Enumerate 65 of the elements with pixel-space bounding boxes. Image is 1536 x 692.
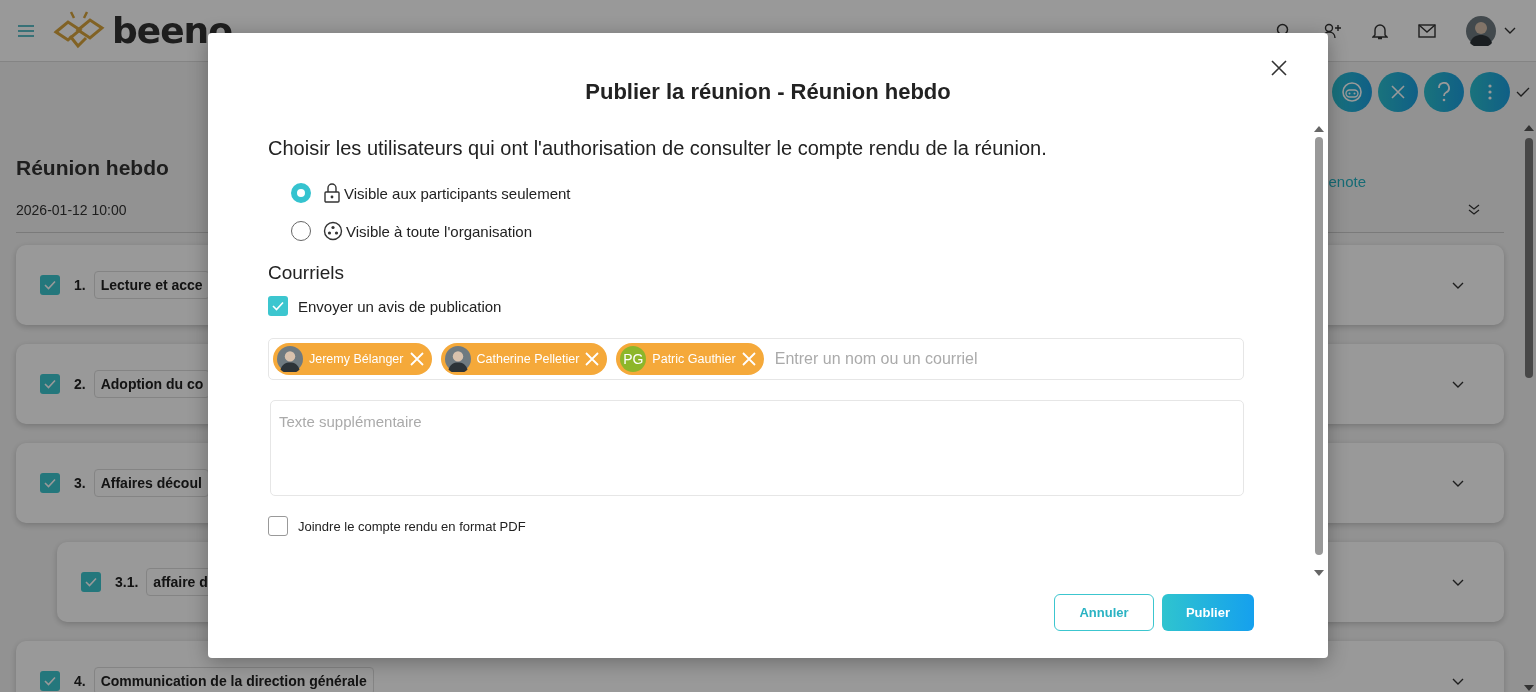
checkbox[interactable] bbox=[40, 275, 60, 295]
item-number: 1. bbox=[74, 277, 86, 293]
chevron-down-icon[interactable] bbox=[1452, 480, 1464, 488]
robot-button[interactable] bbox=[1332, 72, 1372, 112]
checkbox[interactable] bbox=[40, 473, 60, 493]
scroll-down-icon[interactable] bbox=[1524, 684, 1534, 692]
help-icon bbox=[1437, 82, 1451, 102]
item-number: 2. bbox=[74, 376, 86, 392]
close-icon[interactable] bbox=[1270, 59, 1288, 77]
meeting-title: Réunion hebdo bbox=[16, 156, 169, 180]
help-button[interactable] bbox=[1424, 72, 1464, 112]
item-number: 4. bbox=[74, 673, 86, 689]
scroll-down-icon[interactable] bbox=[1314, 569, 1324, 577]
checkbox[interactable] bbox=[268, 296, 288, 316]
meeting-date: 2026-01-12 10:00 bbox=[16, 202, 127, 218]
group-icon bbox=[323, 221, 343, 241]
chevron-down-icon[interactable] bbox=[1504, 26, 1516, 35]
radio-label[interactable]: Visible à toute l'organisation bbox=[346, 222, 533, 240]
item-number: 3. bbox=[74, 475, 86, 491]
checkbox-label[interactable]: Envoyer un avis de publication bbox=[298, 297, 502, 315]
chevron-down-icon[interactable] bbox=[1452, 282, 1464, 290]
check-icon bbox=[271, 299, 285, 313]
lock-icon bbox=[323, 183, 341, 203]
scrollbar[interactable] bbox=[1524, 124, 1534, 692]
mail-icon[interactable] bbox=[1418, 23, 1436, 38]
check-icon bbox=[43, 278, 57, 292]
robot-icon bbox=[1341, 81, 1363, 103]
avatar-icon bbox=[277, 346, 303, 372]
checkbox[interactable] bbox=[268, 516, 288, 536]
check-icon bbox=[43, 476, 57, 490]
scroll-up-icon[interactable] bbox=[1314, 125, 1324, 133]
dialog-title: Publier la réunion - Réunion hebdo bbox=[584, 79, 952, 105]
item-title[interactable]: Communication de la direction générale bbox=[93, 667, 374, 692]
check-icon bbox=[84, 575, 98, 589]
checkbox-label[interactable]: Joindre le compte rendu en format PDF bbox=[298, 518, 526, 534]
checkbox[interactable] bbox=[40, 374, 60, 394]
bell-icon[interactable] bbox=[1372, 21, 1388, 40]
checkbox[interactable] bbox=[40, 671, 60, 691]
chevron-down-icon[interactable] bbox=[1452, 579, 1464, 587]
more-button[interactable] bbox=[1470, 72, 1510, 112]
initials-avatar: PG bbox=[620, 346, 647, 372]
recipient-name: Patric Gauthier bbox=[652, 352, 736, 366]
recipient-name: Jeremy Bélanger bbox=[309, 352, 404, 366]
close-icon bbox=[1391, 85, 1405, 99]
instruction-text: Choisir les utilisateurs qui ont l'authorisation de consulter le compte rendu de la réunion. bbox=[268, 137, 1048, 160]
message-field[interactable]: Texte supplémentaire bbox=[270, 400, 1244, 496]
check-icon bbox=[43, 377, 57, 391]
item-number: 3.1. bbox=[115, 574, 139, 590]
double-chevron-icon[interactable] bbox=[1468, 204, 1480, 216]
scrollbar[interactable] bbox=[1314, 125, 1324, 577]
chevron-down-icon[interactable] bbox=[1452, 678, 1464, 686]
radio-button[interactable] bbox=[291, 183, 311, 203]
close-button[interactable] bbox=[1378, 72, 1418, 112]
more-icon bbox=[1488, 84, 1492, 100]
add-user-icon[interactable] bbox=[1322, 22, 1342, 39]
scroll-up-icon[interactable] bbox=[1524, 124, 1534, 132]
checkbox[interactable] bbox=[81, 572, 101, 592]
check-icon bbox=[43, 674, 57, 688]
check-icon[interactable] bbox=[1516, 87, 1530, 97]
radio-label[interactable]: Visible aux participants seulement bbox=[344, 184, 571, 202]
avatar-icon bbox=[444, 346, 471, 372]
recipient-name: Catherine Pelletier bbox=[476, 352, 580, 366]
chevron-down-icon[interactable] bbox=[1452, 381, 1464, 389]
section-heading: Courriels bbox=[268, 262, 346, 284]
user-avatar bbox=[1466, 15, 1496, 46]
